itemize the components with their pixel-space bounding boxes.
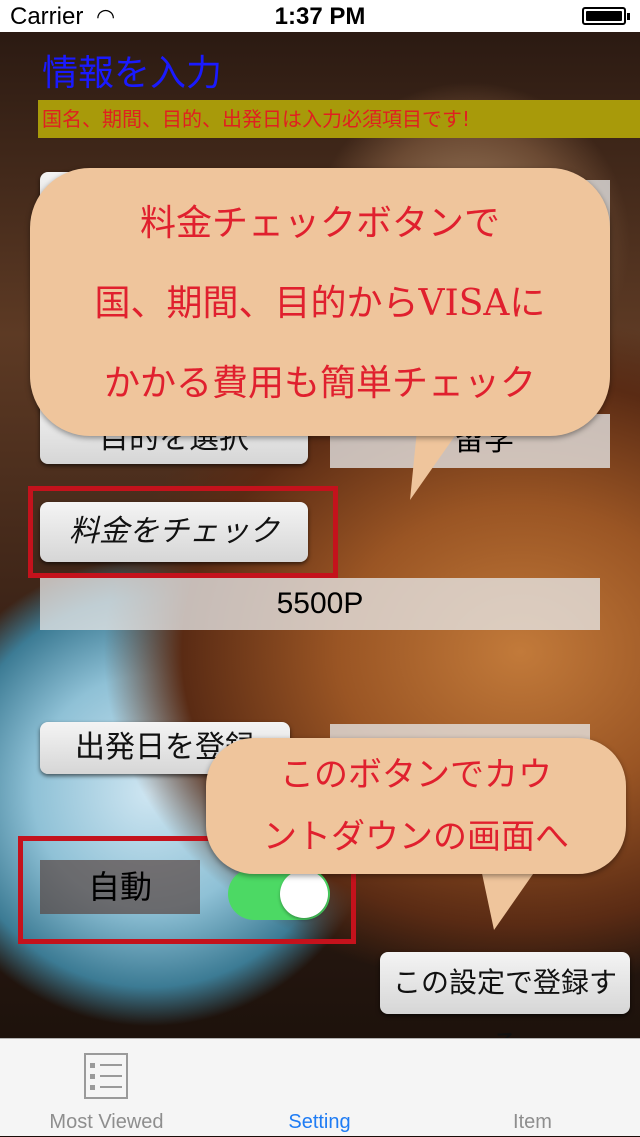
- auto-toggle[interactable]: [228, 868, 330, 920]
- status-bar: Carrier ◠ 1:37 PM: [0, 0, 640, 32]
- fee-value: 5500P: [276, 587, 364, 620]
- battery-icon: [582, 7, 630, 25]
- tab-most-viewed-label: Most Viewed: [49, 1111, 164, 1133]
- auto-label-box: 自動: [40, 860, 200, 914]
- page-title: 情報を入力: [42, 53, 223, 94]
- check-fee-button[interactable]: 料金をチェック: [40, 502, 308, 562]
- tab-most-viewed[interactable]: Most Viewed: [0, 1039, 213, 1137]
- auto-label: 自動: [87, 868, 152, 906]
- countdown-callout-line-2: ントダウンの画面へ: [263, 817, 569, 857]
- fee-callout: 料金チェックボタンで 国、期間、目的からVISAに かかる費用も簡単チェック: [30, 168, 610, 436]
- list-icon: [84, 1053, 128, 1099]
- fee-callout-line-3: かかる費用も簡単チェック: [103, 363, 536, 404]
- check-fee-label: 料金をチェック: [69, 514, 279, 549]
- required-fields-notice: 国名、期間、目的、出発日は入力必須項目です!: [38, 100, 640, 138]
- tab-item[interactable]: Item: [426, 1039, 639, 1137]
- countdown-callout-tail: [480, 864, 540, 930]
- fee-callout-line-1: 料金チェックボタンで: [139, 203, 500, 244]
- fee-callout-line-2: 国、期間、目的からVISAに: [94, 283, 546, 324]
- register-button[interactable]: この設定で登録する: [380, 952, 630, 1061]
- toggle-knob[interactable]: [280, 870, 328, 918]
- status-time: 1:37 PM: [274, 3, 366, 30]
- tab-bar: Most Viewed Setting Item: [0, 1038, 640, 1136]
- countdown-callout: このボタンでカウ ントダウンの画面へ: [206, 738, 626, 874]
- countdown-callout-line-1: このボタンでカウ: [280, 755, 552, 795]
- tab-item-label: Item: [513, 1111, 552, 1133]
- tab-setting-label: Setting: [288, 1111, 351, 1133]
- tab-setting[interactable]: Setting: [213, 1039, 426, 1137]
- fee-display: 5500P: [40, 578, 600, 630]
